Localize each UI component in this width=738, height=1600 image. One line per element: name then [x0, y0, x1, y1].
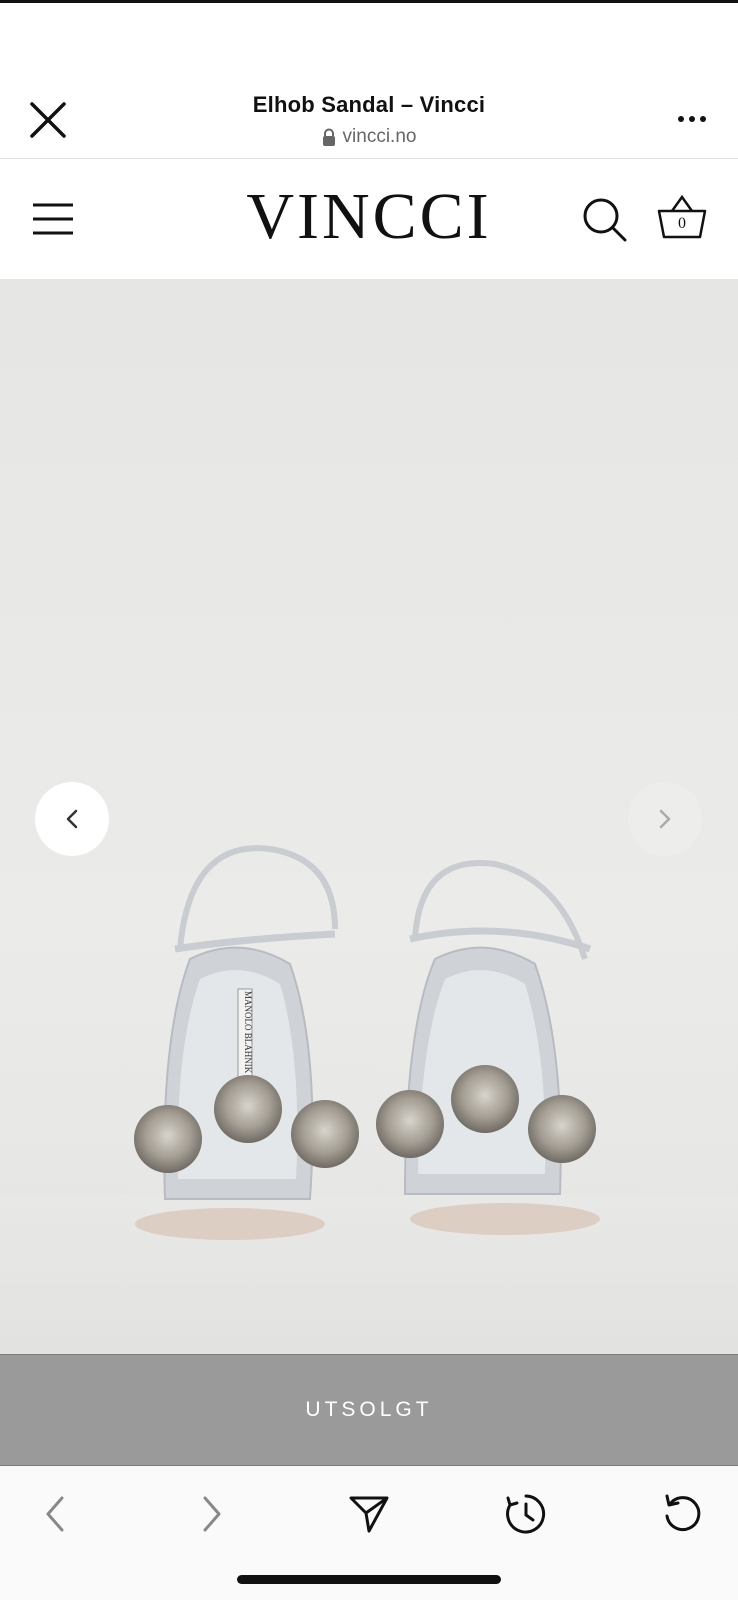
search-button[interactable] — [580, 195, 630, 245]
reload-icon — [665, 1494, 701, 1532]
product-image-brand-text: MANOLO BLAHNIK — [243, 991, 253, 1074]
chevron-left-icon — [66, 809, 78, 829]
history-clock-icon — [506, 1494, 546, 1534]
previous-image-button[interactable] — [35, 782, 109, 856]
sold-out-button[interactable]: UTSOLGT — [0, 1354, 738, 1466]
more-options-button[interactable] — [672, 104, 712, 134]
status-bar-divider — [0, 0, 738, 3]
url-display[interactable]: vincci.no — [0, 126, 738, 148]
next-image-button[interactable] — [628, 782, 702, 856]
product-image-sandals: MANOLO BLAHNIK — [134, 845, 600, 1240]
share-button[interactable] — [341, 1486, 397, 1542]
chevron-right-icon — [659, 809, 671, 829]
site-header: VINCCI 0 — [0, 159, 738, 279]
cart-count: 0 — [678, 215, 686, 232]
reload-button[interactable] — [655, 1486, 711, 1542]
cart-button[interactable]: 0 — [656, 191, 708, 243]
back-button[interactable] — [27, 1486, 83, 1542]
browser-bar: Elhob Sandal – Vincci vincci.no — [0, 74, 738, 159]
page-title: Elhob Sandal – Vincci — [252, 92, 486, 117]
more-horizontal-icon — [678, 116, 706, 122]
history-button[interactable] — [498, 1486, 554, 1542]
product-image-gallery[interactable]: MANOLO BLAHNIK — [0, 279, 738, 1354]
lock-icon — [322, 128, 335, 146]
home-indicator[interactable] — [237, 1575, 501, 1584]
forward-button[interactable] — [184, 1486, 240, 1542]
share-send-icon — [349, 1496, 389, 1533]
search-icon — [583, 198, 627, 242]
url-text: vincci.no — [342, 126, 417, 147]
back-arrow-icon — [46, 1496, 64, 1532]
forward-arrow-icon — [203, 1496, 221, 1532]
